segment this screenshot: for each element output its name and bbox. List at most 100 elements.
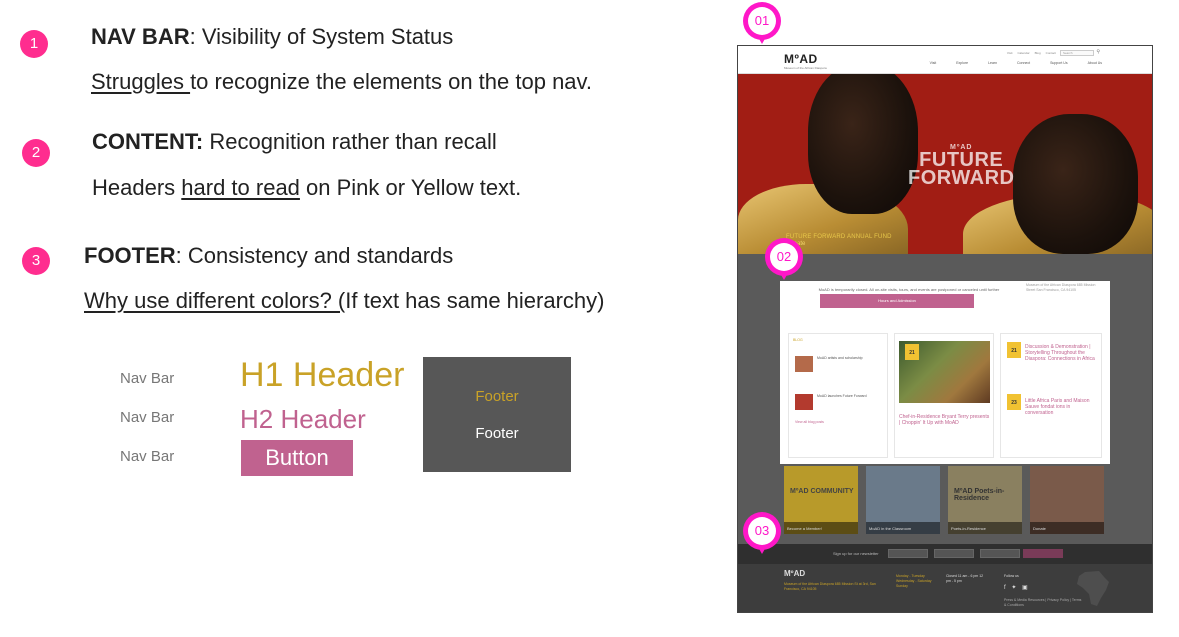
event-title-1[interactable]: Chef-in-Residence Bryant Terry presents …: [899, 414, 991, 426]
event-date-2: 21: [1007, 342, 1021, 358]
heuristic-3-title-bold: FOOTER: [84, 243, 176, 268]
feature-tiles: MºAD COMMUNITY Become a Member! MoAD in …: [784, 466, 1152, 534]
heuristic-1-title-rest: : Visibility of System Status: [189, 24, 454, 49]
site-footer: MºAD Museum of the African Diaspora 685 …: [738, 564, 1152, 612]
utility-links: Visit Calendar Blog Contact: [1007, 51, 1056, 55]
event-card-2: 21 Discussion & Demonstration | Storytel…: [1000, 333, 1102, 458]
site-logo-text: MºAD: [784, 52, 818, 66]
pin-02-label: 02: [770, 243, 798, 271]
blog-label: BLOG: [793, 338, 803, 342]
content-panel: MoAD is temporarily closed. All on-site …: [780, 281, 1110, 464]
sample-nav-label-1: Nav Bar: [120, 370, 175, 387]
sample-h1-header: H1 Header: [240, 356, 405, 394]
hero-banner: MºAD FUTURE FORWARD FUTURE FORWARD ANNUA…: [738, 74, 1152, 254]
heuristic-1-desc-underlined: Struggles: [91, 69, 191, 94]
search-icon[interactable]: ⚲: [1096, 49, 1100, 55]
badge-2: 2: [22, 139, 50, 167]
footer-links[interactable]: Press & Media Resources | Privacy Policy…: [1004, 598, 1084, 608]
event-card-1: 21 Chef-in-Residence Bryant Terry presen…: [894, 333, 994, 458]
badge-3: 3: [22, 247, 50, 275]
heuristic-3-desc-underlined: Why use different colors? (: [84, 288, 346, 313]
heuristic-1-desc: Struggles to recognize the elements on t…: [91, 69, 592, 95]
footer-hours-days: Monday - Tuesday Wednesday - Saturday Su…: [896, 574, 932, 588]
tile-label-poets: Poets-in-Residence: [948, 522, 1022, 534]
hero-figure-right: [1013, 114, 1138, 254]
museum-address: Museum of the African Diaspora 685 Missi…: [1026, 283, 1096, 292]
tile-caption-poets: MºAD Poets-in-Residence: [954, 488, 1005, 502]
sample-h2-header: H2 Header: [240, 404, 366, 434]
pin-01-label: 01: [748, 7, 776, 35]
blog-thumb-2: [795, 394, 813, 410]
sample-nav-label-3: Nav Bar: [120, 448, 175, 465]
africa-map-icon: [1077, 571, 1109, 606]
event-date-3: 23: [1007, 394, 1021, 410]
heuristic-2-desc-underlined: hard to read: [181, 175, 300, 200]
tile-label-membership: Become a Member!: [784, 522, 858, 534]
main-nav: Visit Explore Learn Connect Support Us A…: [930, 61, 1102, 65]
footer-address: Museum of the African Diaspora 685 Missi…: [784, 582, 876, 591]
heuristic-2-title-bold: CONTENT:: [92, 129, 204, 154]
heuristic-1-title: NAV BAR: Visibility of System Status: [91, 24, 453, 50]
heuristic-3-title: FOOTER: Consistency and standards: [84, 243, 453, 269]
heuristic-2-title-rest: Recognition rather than recall: [203, 129, 497, 154]
heuristic-3-desc-rest: If text has same hierarchy): [345, 288, 605, 313]
website-screenshot: MºAD Museum of the African Diaspora Visi…: [737, 45, 1153, 613]
site-top-nav: MºAD Museum of the African Diaspora Visi…: [738, 46, 1152, 74]
nav-explore[interactable]: Explore: [956, 61, 968, 65]
heuristic-3-title-rest: : Consistency and standards: [175, 243, 454, 268]
site-search-input[interactable]: Search: [1060, 50, 1094, 56]
util-link-blog[interactable]: Blog: [1035, 51, 1041, 55]
pin-02: 02: [765, 238, 803, 280]
heuristic-2-desc-rest: on Pink or Yellow text.: [299, 175, 522, 200]
footer-hours: Closed 11 am - 6 pm 12 pm - 5 pm: [946, 574, 984, 583]
pin-03: 03: [743, 512, 781, 554]
blog-item-1[interactable]: MoAD artists and scholarship: [817, 356, 883, 361]
site-logo[interactable]: MºAD Museum of the African Diaspora: [784, 52, 827, 70]
sample-nav-label-2: Nav Bar: [120, 409, 175, 426]
nav-support[interactable]: Support Us: [1050, 61, 1068, 65]
nav-about[interactable]: About Us: [1088, 61, 1102, 65]
heuristic-3-desc: Why use different colors? (If text has s…: [84, 288, 604, 314]
nav-connect[interactable]: Connect: [1017, 61, 1030, 65]
site-logo-sub: Museum of the African Diaspora: [784, 66, 827, 70]
tile-label-donate: Donate: [1030, 522, 1104, 534]
newsletter-last-name[interactable]: [934, 549, 974, 558]
hero-title: MºAD FUTURE FORWARD: [908, 144, 1014, 188]
blog-thumb-1: [795, 356, 813, 372]
tile-poets[interactable]: MºAD Poets-in-Residence Poets-in-Residen…: [948, 466, 1022, 534]
heuristic-1-desc-rest: to recognize the elements on the top nav…: [190, 69, 593, 94]
heuristic-2-desc: Headers hard to read on Pink or Yellow t…: [92, 175, 521, 201]
footer-logo: MºAD: [784, 569, 806, 578]
blog-more-link[interactable]: View all blog posts: [795, 420, 824, 425]
blog-card: BLOG MoAD artists and scholarship MoAD l…: [788, 333, 888, 458]
util-link-visit[interactable]: Visit: [1007, 51, 1013, 55]
newsletter-first-name[interactable]: [888, 549, 928, 558]
tile-membership[interactable]: MºAD COMMUNITY Become a Member!: [784, 466, 858, 534]
newsletter-submit[interactable]: [1023, 549, 1063, 558]
tile-classroom[interactable]: MoAD in the Classroom: [866, 466, 940, 534]
util-link-calendar[interactable]: Calendar: [1017, 51, 1029, 55]
nav-learn[interactable]: Learn: [988, 61, 997, 65]
heuristic-2-desc-pre: Headers: [92, 175, 182, 200]
footer-follow-label: Follow us: [1004, 574, 1019, 578]
tile-caption-community: MºAD COMMUNITY: [790, 488, 854, 495]
util-link-contact[interactable]: Contact: [1046, 51, 1056, 55]
pin-03-label: 03: [748, 517, 776, 545]
nav-visit[interactable]: Visit: [930, 61, 937, 65]
blog-item-2[interactable]: MoAD launches Future Forward: [817, 394, 883, 399]
newsletter-bar: Sign up for our newsletter: [738, 544, 1152, 564]
event-title-2[interactable]: Discussion & Demonstration | Storytellin…: [1025, 344, 1099, 362]
tile-donate[interactable]: Donate: [1030, 466, 1104, 534]
sample-footer-white: Footer: [475, 425, 519, 442]
newsletter-label: Sign up for our newsletter: [833, 551, 879, 556]
footer-social-icons[interactable]: f ✦ ▣: [1004, 584, 1030, 591]
event-title-3[interactable]: Little Africa Paris and Maison Sauve fon…: [1025, 398, 1099, 416]
badge-1: 1: [20, 30, 48, 58]
sample-footer-box: Footer Footer: [423, 357, 571, 472]
hours-admission-button[interactable]: Hours and Admission: [820, 294, 974, 308]
heuristic-1-title-bold: NAV BAR: [91, 24, 190, 49]
heuristic-2-title: CONTENT: Recognition rather than recall: [92, 129, 497, 155]
event-date-1: 21: [905, 344, 919, 360]
newsletter-email[interactable]: [980, 549, 1020, 558]
tile-label-classroom: MoAD in the Classroom: [866, 522, 940, 534]
